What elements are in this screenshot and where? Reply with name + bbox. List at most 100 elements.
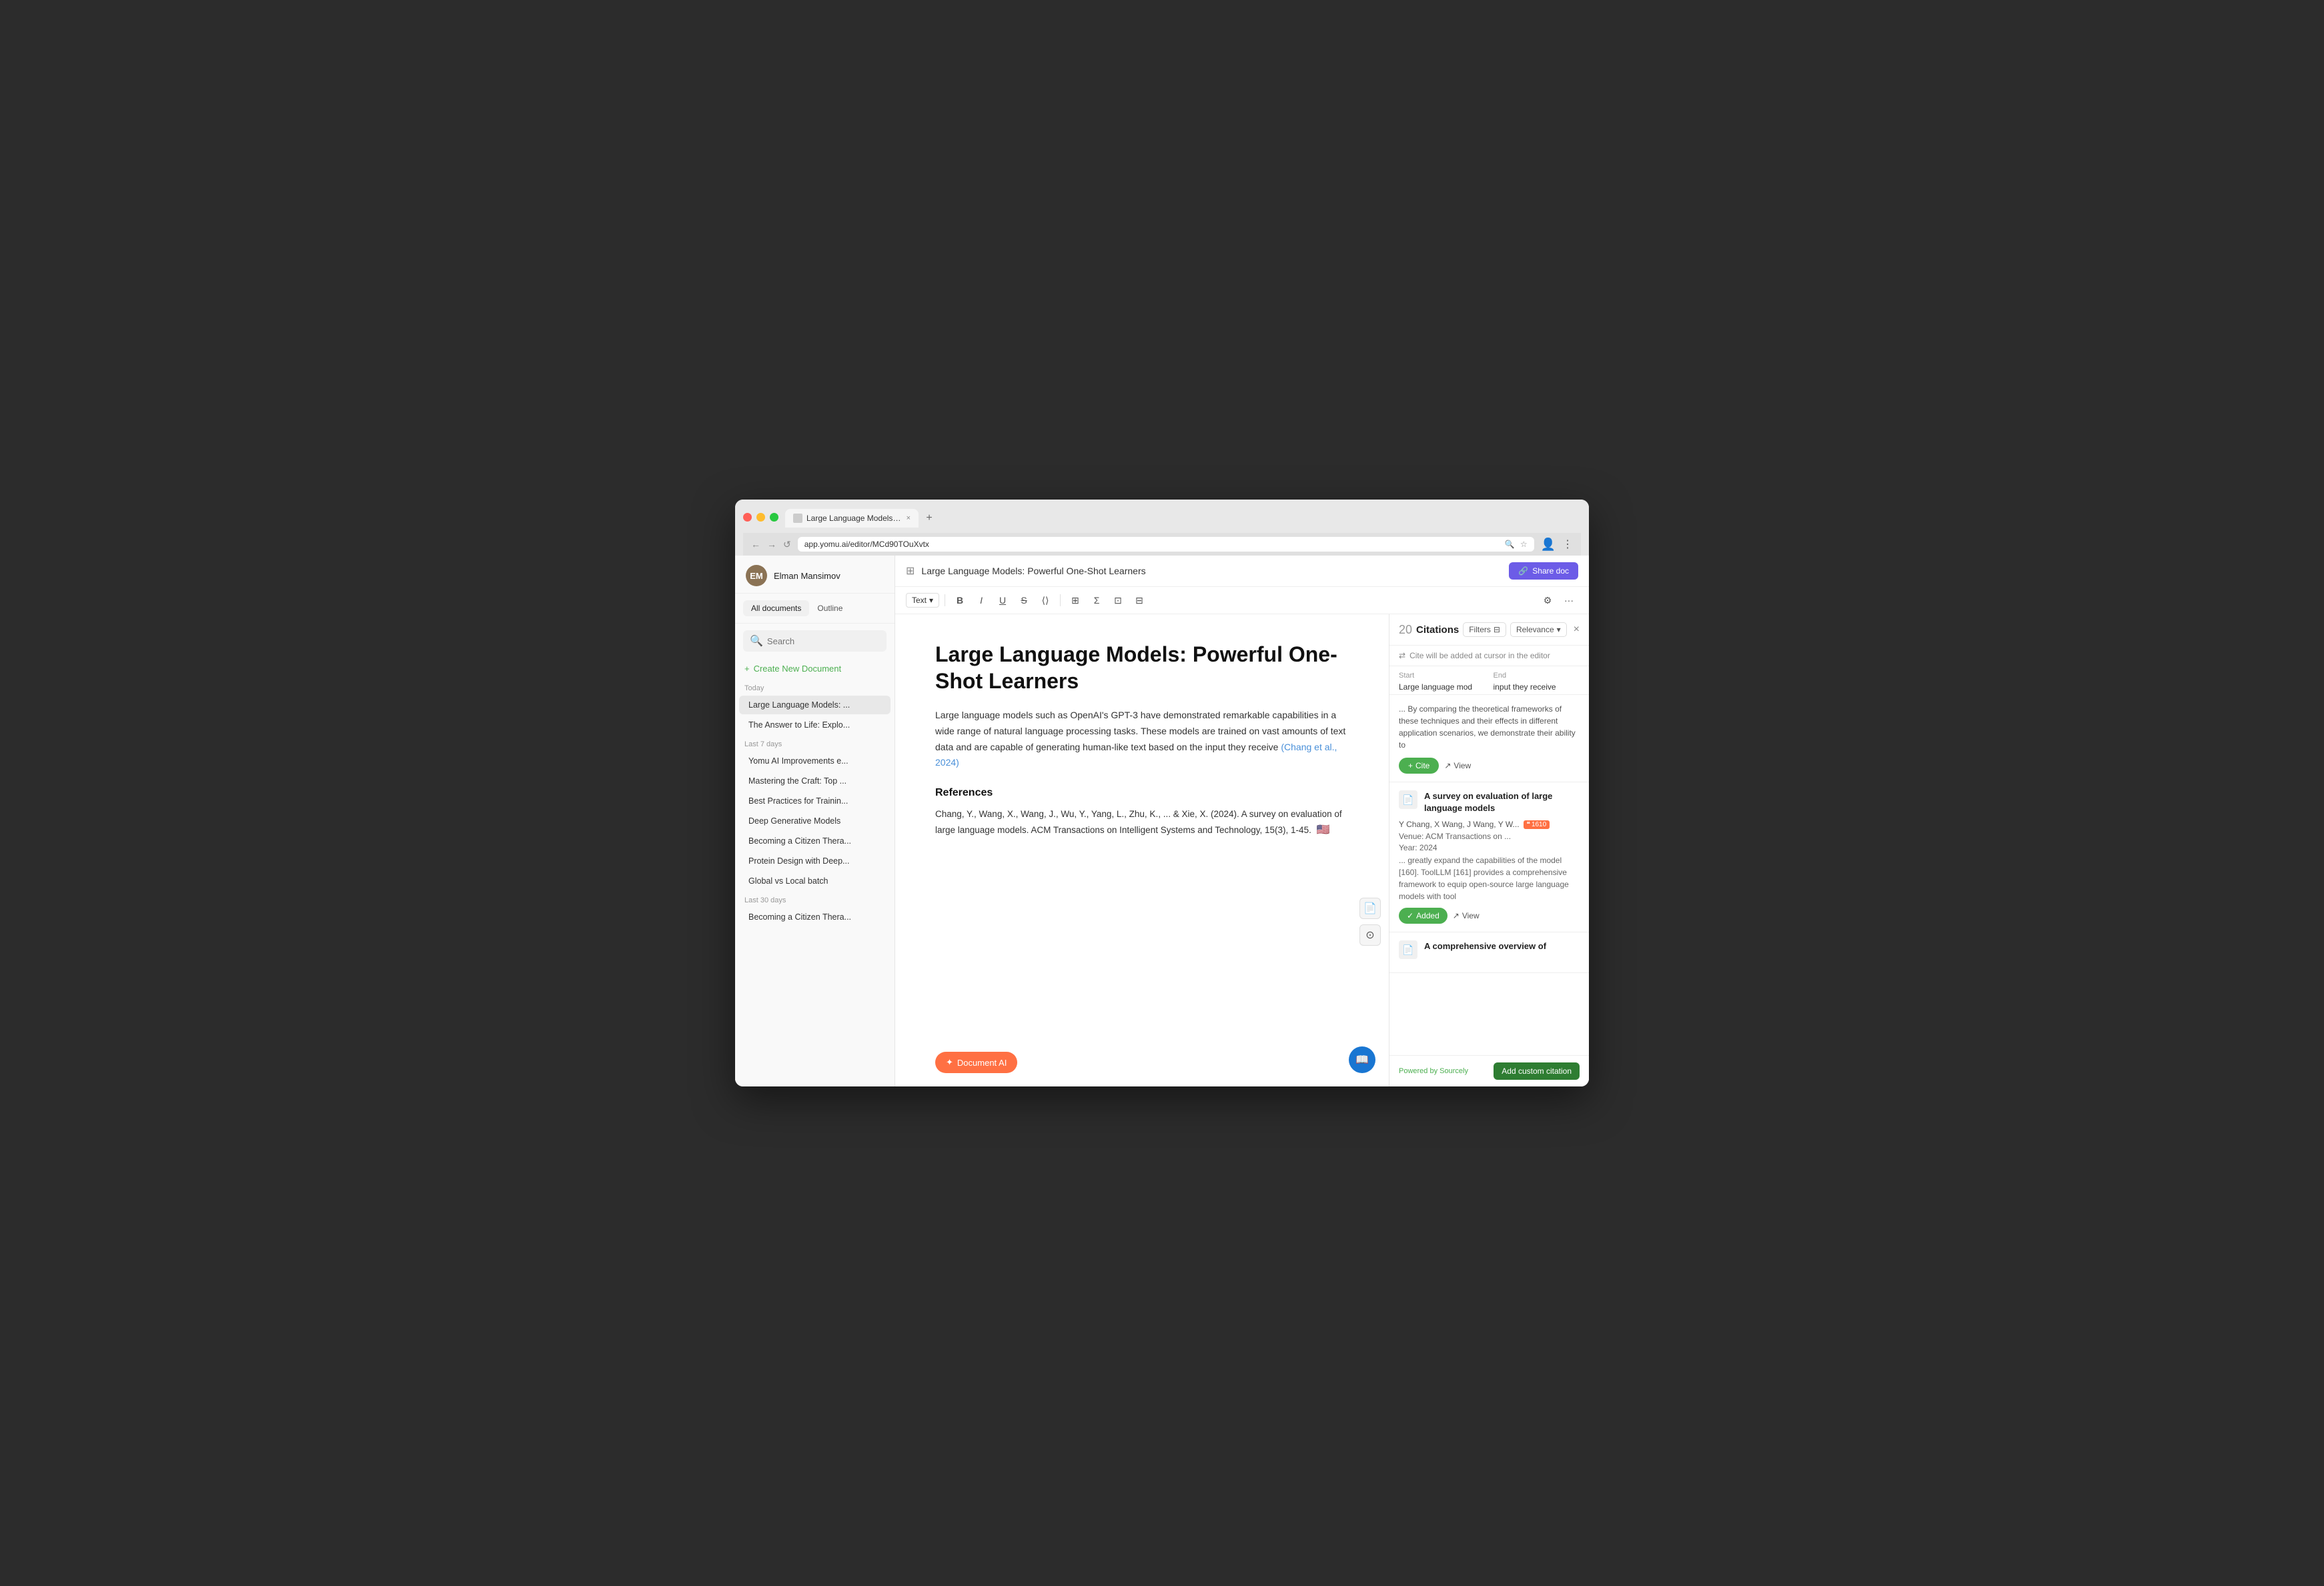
cite-button[interactable]: + Cite (1399, 758, 1439, 774)
user-name: Elman Mansimov (774, 571, 840, 581)
address-text: app.yomu.ai/editor/MCd90TOuXvtx (804, 540, 929, 549)
citation-card-2-header: 📄 A comprehensive overview of (1399, 940, 1580, 959)
image-button[interactable]: ⊡ (1109, 591, 1127, 610)
citation-card-1-title: A survey on evaluation of large language… (1424, 790, 1580, 814)
sourcely-link[interactable]: Sourcely (1439, 1067, 1468, 1075)
chevron-down-icon: ▾ (929, 596, 933, 605)
top-bar: ⊞ Large Language Models: Powerful One-Sh… (895, 556, 1589, 587)
back-button[interactable]: ← (751, 539, 760, 550)
view-button-1[interactable]: ↗ View (1444, 761, 1471, 770)
filter-icon: ⊟ (1494, 625, 1500, 634)
citation-count-badge: ❝ 1610 (1524, 820, 1550, 829)
citation-card-1-actions: ✓ Added ↗ View (1399, 908, 1580, 924)
text-format-selector[interactable]: Text ▾ (906, 593, 939, 608)
more-button[interactable]: ··· (1560, 591, 1578, 610)
citations-count: 20 (1399, 623, 1412, 637)
add-custom-citation-button[interactable]: Add custom citation (1494, 1062, 1580, 1080)
external-link-icon: ↗ (1453, 911, 1460, 920)
sidebar-item-answer[interactable]: The Answer to Life: Explo... (739, 716, 891, 734)
sidebar-tabs: All documents Outline (735, 594, 895, 624)
citation-icon-2: 📄 (1399, 940, 1417, 959)
editor-fab-area: 📄 ⊙ (1359, 898, 1381, 946)
sidebar-item-citizen[interactable]: Becoming a Citizen Thera... (739, 832, 891, 850)
citation-venue: Venue: ACM Transactions on ... (1399, 832, 1580, 841)
plus-icon: + (1408, 761, 1413, 770)
citations-list: ... By comparing the theoretical framewo… (1389, 695, 1589, 1055)
formula-button[interactable]: Σ (1087, 591, 1106, 610)
browser-tab-active[interactable]: Large Language Models: Pow... × (785, 509, 919, 528)
doc-action-fab-2[interactable]: ⊙ (1359, 924, 1381, 946)
citation-excerpt-1: ... greatly expand the capabilities of t… (1399, 854, 1580, 902)
ai-icon: ✦ (946, 1057, 953, 1068)
view-button-2[interactable]: ↗ View (1453, 911, 1480, 920)
tab-all-documents[interactable]: All documents (743, 600, 809, 616)
powered-by: Powered by Sourcely (1399, 1067, 1468, 1075)
avatar: EM (746, 565, 767, 586)
citations-header: 20 Citations Filters ⊟ Relevance ▾ × (1389, 614, 1589, 646)
copy-format-button[interactable]: ⊟ (1130, 591, 1149, 610)
citation-preview-card: ... By comparing the theoretical framewo… (1389, 695, 1589, 782)
bold-button[interactable]: B (951, 591, 969, 610)
editor-content: Large Language Models: Powerful One-Shot… (895, 614, 1389, 1086)
document-ai-button[interactable]: ✦ Document AI (935, 1052, 1017, 1073)
citation-authors-1: Y Chang, X Wang, J Wang, Y W... ❝ 1610 (1399, 820, 1580, 829)
sidebar-item-best-practices[interactable]: Best Practices for Trainin... (739, 792, 891, 810)
menu-icon[interactable]: ⋮ (1562, 538, 1573, 551)
relevance-button[interactable]: Relevance ▾ (1510, 622, 1567, 637)
document-body: Large language models such as OpenAI's G… (935, 708, 1349, 771)
address-bar[interactable]: app.yomu.ai/editor/MCd90TOuXvtx 🔍 ☆ (798, 537, 1534, 552)
citation-preview-actions: + Cite ↗ View (1399, 758, 1580, 774)
main-area: ⊞ Large Language Models: Powerful One-Sh… (895, 556, 1589, 1086)
panel-icon[interactable]: ⊞ (906, 564, 915, 578)
table-button[interactable]: ⊞ (1066, 591, 1085, 610)
sidebar-item-global[interactable]: Global vs Local batch (739, 872, 891, 890)
create-new-document[interactable]: + Create New Document (735, 658, 895, 679)
reload-button[interactable]: ↺ (783, 539, 791, 550)
doc-title-bar: Large Language Models: Powerful One-Shot… (921, 566, 1502, 576)
reference-item: Chang, Y., Wang, X., Wang, J., Wu, Y., Y… (935, 807, 1349, 838)
settings-button[interactable]: ⚙ (1538, 591, 1557, 610)
share-button[interactable]: 🔗 Share doc (1509, 562, 1578, 580)
share-icon: 🔗 (1518, 566, 1528, 576)
doc-action-fab-1[interactable]: 📄 (1359, 898, 1381, 919)
citation-card-2-title: A comprehensive overview of (1424, 940, 1546, 952)
search-box[interactable]: 🔍 (743, 630, 887, 652)
sidebar-item-protein[interactable]: Protein Design with Deep... (739, 852, 891, 870)
added-button[interactable]: ✓ Added (1399, 908, 1447, 924)
link-button[interactable]: ⟨⟩ (1036, 591, 1055, 610)
tab-close-icon[interactable]: × (907, 514, 911, 522)
forward-button[interactable]: → (767, 539, 776, 550)
profile-icon[interactable]: 👤 (1541, 538, 1556, 552)
sidebar-item-mastering[interactable]: Mastering the Craft: Top ... (739, 772, 891, 790)
bookmark-icon[interactable]: ☆ (1520, 540, 1528, 549)
citation-card-1: 📄 A survey on evaluation of large langua… (1389, 782, 1589, 932)
tab-outline[interactable]: Outline (809, 600, 850, 616)
strikethrough-button[interactable]: S (1015, 591, 1033, 610)
sidebar-item-yomu[interactable]: Yomu AI Improvements e... (739, 752, 891, 770)
book-button[interactable]: 📖 (1349, 1046, 1375, 1073)
citation-card-2: 📄 A comprehensive overview of (1389, 932, 1589, 973)
section-last30: Last 30 days (735, 891, 895, 907)
sidebar-item-llm[interactable]: Large Language Models: ... (739, 696, 891, 714)
citations-close-button[interactable]: × (1574, 624, 1580, 636)
sidebar: EM Elman Mansimov All documents Outline … (735, 556, 895, 1086)
citation-range: Start Large language mod End input they … (1389, 666, 1589, 695)
search-icon: 🔍 (750, 634, 763, 648)
underline-button[interactable]: U (993, 591, 1012, 610)
zoom-icon: 🔍 (1505, 540, 1515, 549)
book-icon: 📖 (1355, 1053, 1369, 1066)
italic-button[interactable]: I (972, 591, 991, 610)
filters-button[interactable]: Filters ⊟ (1463, 622, 1506, 637)
document-heading[interactable]: Large Language Models: Powerful One-Shot… (935, 641, 1349, 694)
cursor-info: ⇄ Cite will be added at cursor in the ed… (1389, 646, 1589, 666)
search-input[interactable] (767, 636, 880, 646)
sidebar-item-deep-gen[interactable]: Deep Generative Models (739, 812, 891, 830)
minimize-button[interactable] (756, 513, 765, 522)
sidebar-item-citizen2[interactable]: Becoming a Citizen Thera... (739, 908, 891, 926)
maximize-button[interactable] (770, 513, 778, 522)
toolbar-separator-2 (1060, 594, 1061, 606)
close-button[interactable] (743, 513, 752, 522)
new-tab-button[interactable]: + (921, 510, 937, 526)
citation-end: End input they receive (1494, 672, 1580, 692)
external-link-icon: ↗ (1444, 761, 1451, 770)
